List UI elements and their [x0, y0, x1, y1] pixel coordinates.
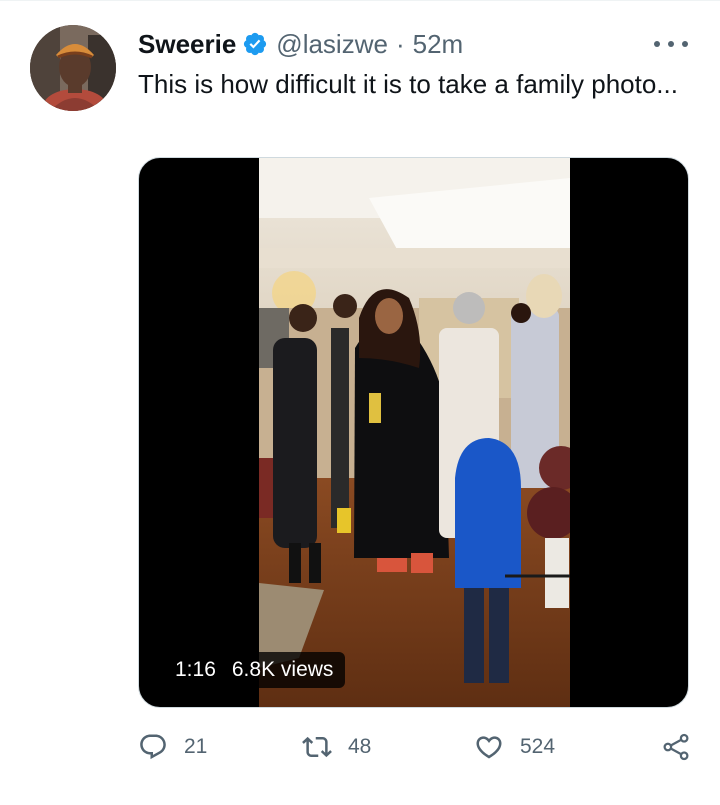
avatar[interactable] [30, 25, 116, 111]
verified-badge-icon [242, 31, 268, 57]
like-count: 524 [520, 735, 556, 758]
more-dot [654, 41, 660, 47]
retweet-count: 48 [348, 735, 372, 758]
video-frame[interactable] [259, 158, 570, 707]
reply-icon [138, 732, 168, 762]
video-duration: 1:16 [175, 658, 216, 681]
video-thumbnail [259, 158, 570, 707]
top-divider [0, 0, 720, 1]
retweet-button[interactable]: 48 [302, 725, 371, 769]
separator-dot: · [395, 28, 405, 59]
more-dot [682, 41, 688, 47]
author-handle[interactable]: @lasizwe [276, 29, 388, 60]
tweet-timestamp[interactable]: 52m [413, 29, 464, 60]
reply-count: 21 [184, 735, 208, 758]
video-stats-badge: 1:16 6.8K views [163, 652, 346, 688]
heart-icon [474, 732, 504, 762]
video-player[interactable]: 1:16 6.8K views [138, 157, 689, 708]
avatar-image [30, 25, 116, 111]
more-options-icon[interactable] [654, 34, 688, 54]
video-views: 6.8K views [231, 658, 334, 681]
retweet-icon [302, 732, 332, 762]
author-name[interactable]: Sweerie [138, 29, 236, 60]
tweet-header: Sweerie @lasizwe · 52m [138, 27, 463, 61]
like-button[interactable]: 524 [474, 725, 555, 769]
reply-button[interactable]: 21 [138, 725, 207, 769]
tweet-text: This is how difficult it is to take a fa… [138, 69, 678, 99]
tweet-actions: 21 48 524 [138, 725, 693, 769]
more-dot [668, 41, 674, 47]
share-icon [661, 732, 691, 762]
tweet-card[interactable]: Sweerie @lasizwe · 52m This is how diffi… [0, 0, 720, 805]
share-button[interactable] [661, 725, 691, 769]
